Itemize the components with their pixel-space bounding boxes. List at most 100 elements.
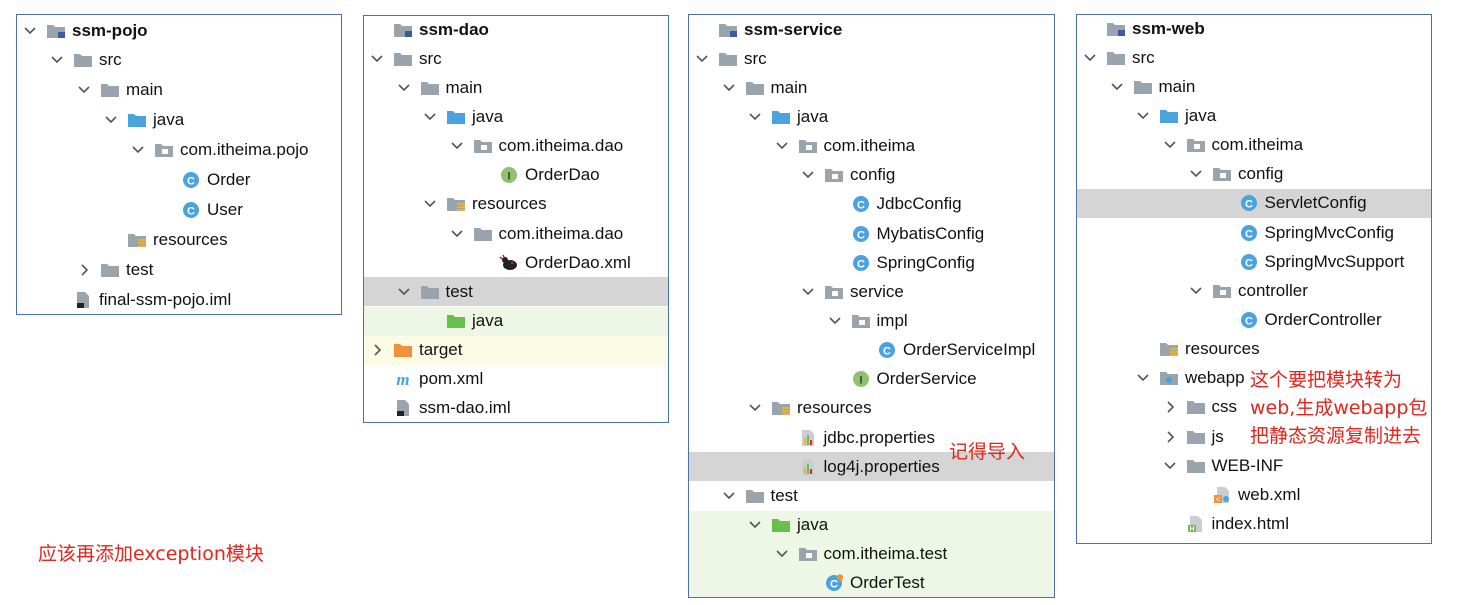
- class-icon: C: [1239, 253, 1259, 271]
- chevron-down-icon[interactable]: [1135, 370, 1151, 386]
- folder-icon: [100, 261, 120, 279]
- tree-node-java[interactable]: java: [364, 306, 668, 336]
- chevron-down-icon[interactable]: [369, 51, 385, 67]
- tree-node-ssm-dao[interactable]: ssm-dao: [364, 16, 668, 44]
- tree-node-com-itheima-pojo[interactable]: com.itheima.pojo: [17, 136, 341, 165]
- tree-node-resources[interactable]: resources: [689, 394, 1054, 423]
- tree-node-resources[interactable]: resources: [17, 225, 341, 254]
- tree-node-ordercontroller[interactable]: C OrderController: [1077, 306, 1431, 335]
- tree-node-springconfig[interactable]: C SpringConfig: [689, 248, 1054, 277]
- chevron-down-icon[interactable]: [747, 517, 763, 533]
- tree-node-index-html[interactable]: Hindex.html: [1077, 510, 1431, 539]
- chevron-down-icon[interactable]: [1162, 137, 1178, 153]
- tree-node-orderdao-xml[interactable]: OrderDao.xml: [364, 248, 668, 277]
- chevron-down-icon[interactable]: [130, 142, 146, 158]
- tree-node-resources[interactable]: resources: [1077, 335, 1431, 364]
- tree-node-orderserviceimpl[interactable]: C OrderServiceImpl: [689, 336, 1054, 365]
- chevron-down-icon[interactable]: [694, 51, 710, 67]
- chevron-down-icon[interactable]: [103, 112, 119, 128]
- chevron-down-icon[interactable]: [449, 138, 465, 154]
- chevron-down-icon[interactable]: [1135, 108, 1151, 124]
- tree-node-web-xml[interactable]: < web.xml: [1077, 480, 1431, 509]
- tree-node-final-ssm-pojo-iml[interactable]: final-ssm-pojo.iml: [17, 285, 341, 314]
- tree-node-test[interactable]: test: [17, 255, 341, 284]
- chevron-down-icon[interactable]: [76, 82, 92, 98]
- tree-node-label: test: [770, 485, 798, 505]
- chevron-down-icon[interactable]: [800, 284, 816, 300]
- tree-node-config[interactable]: config: [1077, 160, 1431, 189]
- tree-node-resources[interactable]: resources: [364, 190, 668, 219]
- tree-node-java[interactable]: java: [364, 102, 668, 131]
- tree-node-user[interactable]: C User: [17, 195, 341, 224]
- tree-node-com-itheima-test[interactable]: com.itheima.test: [689, 539, 1054, 569]
- tree-node-servletconfig[interactable]: C ServletConfig: [1077, 188, 1431, 218]
- tree-node-ordertest[interactable]: C OrderTest: [689, 568, 1054, 597]
- chevron-down-icon[interactable]: [721, 488, 737, 504]
- tree-node-main[interactable]: main: [1077, 72, 1431, 101]
- chevron-down-icon[interactable]: [22, 23, 38, 39]
- chevron-down-icon[interactable]: [721, 80, 737, 96]
- chevron-down-icon[interactable]: [774, 546, 790, 562]
- tree-node-com-itheima[interactable]: com.itheima: [689, 132, 1054, 161]
- tree-node-src[interactable]: src: [689, 44, 1054, 73]
- tree-node-ssm-pojo[interactable]: ssm-pojo: [17, 16, 341, 45]
- chevron-down-icon[interactable]: [774, 138, 790, 154]
- chevron-down-icon[interactable]: [747, 400, 763, 416]
- tree-node-ssm-dao-iml[interactable]: ssm-dao.iml: [364, 394, 668, 422]
- chevron-down-icon[interactable]: [422, 109, 438, 125]
- tree-node-src[interactable]: src: [364, 44, 668, 73]
- chevron-right-icon[interactable]: [76, 262, 92, 278]
- tree-node-ssm-web[interactable]: ssm-web: [1077, 15, 1431, 43]
- chevron-right-icon[interactable]: [1162, 399, 1178, 415]
- chevron-down-icon[interactable]: [1082, 50, 1098, 66]
- tree-node-impl[interactable]: impl: [689, 307, 1054, 336]
- tree-node-orderservice[interactable]: I OrderService: [689, 365, 1054, 394]
- tree-node-jdbcconfig[interactable]: C JdbcConfig: [689, 190, 1054, 219]
- tree-node-src[interactable]: src: [1077, 43, 1431, 72]
- chevron-down-icon[interactable]: [800, 167, 816, 183]
- tree-node-src[interactable]: src: [17, 46, 341, 75]
- chevron-right-icon[interactable]: [369, 342, 385, 358]
- chevron-down-icon[interactable]: [396, 284, 412, 300]
- tree-node-main[interactable]: main: [689, 73, 1054, 102]
- tree-node-web-inf[interactable]: WEB-INF: [1077, 451, 1431, 480]
- chevron-down-icon[interactable]: [827, 313, 843, 329]
- tree-node-java[interactable]: java: [1077, 101, 1431, 130]
- tree-node-java[interactable]: java: [689, 510, 1054, 540]
- chevron-down-icon[interactable]: [396, 80, 412, 96]
- tree-node-com-itheima-dao[interactable]: com.itheima.dao: [364, 132, 668, 161]
- tree-node-ssm-service[interactable]: ssm-service: [689, 15, 1054, 44]
- tree-node-config[interactable]: config: [689, 161, 1054, 190]
- tree-node-controller[interactable]: controller: [1077, 276, 1431, 305]
- tree-node-main[interactable]: main: [17, 76, 341, 105]
- chevron-down-icon[interactable]: [1162, 458, 1178, 474]
- interface-icon: I: [499, 166, 519, 184]
- tree-node-label: config: [850, 165, 896, 185]
- tree-node-java[interactable]: java: [689, 102, 1054, 131]
- tree-node-mybatisconfig[interactable]: C MybatisConfig: [689, 219, 1054, 248]
- chevron-down-icon[interactable]: [422, 196, 438, 212]
- class-icon: C: [1239, 194, 1259, 212]
- tree-node-order[interactable]: C Order: [17, 166, 341, 195]
- chevron-down-icon[interactable]: [449, 226, 465, 242]
- tree-node-service[interactable]: service: [689, 277, 1054, 306]
- tree-node-main[interactable]: main: [364, 73, 668, 102]
- tree-node-com-itheima[interactable]: com.itheima: [1077, 131, 1431, 160]
- chevron-right-icon[interactable]: [1162, 429, 1178, 445]
- tree-node-test[interactable]: test: [364, 277, 668, 307]
- chevron-down-icon[interactable]: [1109, 79, 1125, 95]
- chevron-down-icon[interactable]: [49, 52, 65, 68]
- tree-node-pom-xml[interactable]: m pom.xml: [364, 365, 668, 394]
- tree-node-springmvcsupport[interactable]: C SpringMvcSupport: [1077, 247, 1431, 276]
- chevron-down-icon[interactable]: [1188, 283, 1204, 299]
- tree-node-springmvcconfig[interactable]: C SpringMvcConfig: [1077, 218, 1431, 247]
- tree-node-com-itheima-dao[interactable]: com.itheima.dao: [364, 219, 668, 248]
- tree-node-test[interactable]: test: [689, 481, 1054, 510]
- tree-node-orderdao[interactable]: I OrderDao: [364, 161, 668, 190]
- tree-node-label: webapp: [1185, 368, 1245, 388]
- tree-node-target[interactable]: target: [364, 335, 668, 365]
- chevron-down-icon[interactable]: [747, 109, 763, 125]
- tree-node-java[interactable]: java: [17, 106, 341, 135]
- chevron-down-icon[interactable]: [1188, 166, 1204, 182]
